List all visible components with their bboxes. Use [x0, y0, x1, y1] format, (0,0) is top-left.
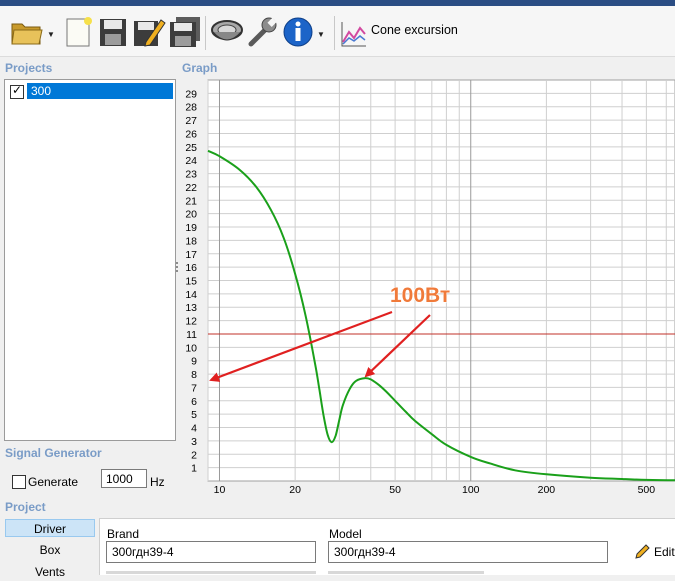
- y-tick-label: 14: [185, 289, 197, 301]
- y-tick-label: 11: [186, 329, 197, 341]
- brand-label: Brand: [107, 527, 140, 541]
- x-axis-ticks: 10 20 50 100 200 500: [214, 484, 656, 496]
- y-tick-label: 23: [185, 169, 197, 181]
- x-tick-label: 100: [462, 484, 480, 496]
- y-tick-label: 18: [185, 235, 197, 247]
- y-tick-label: 19: [185, 222, 197, 234]
- signal-generator-section-label: Signal Generator: [5, 446, 102, 460]
- y-tick-label: 2: [191, 449, 197, 461]
- y-tick-label: 29: [185, 88, 197, 100]
- model-field[interactable]: [328, 541, 608, 563]
- y-tick-label: 13: [185, 302, 197, 314]
- x-tick-label: 200: [538, 484, 556, 496]
- y-tick-label: 9: [191, 356, 197, 368]
- generate-label[interactable]: Generate: [28, 475, 78, 489]
- tab-vents[interactable]: Vents: [5, 563, 95, 581]
- x-tick-label: 50: [389, 484, 401, 496]
- annotation-label: 100Вт: [390, 284, 450, 307]
- y-axis-ticks: 1234567891011121314151617181920212223242…: [185, 88, 197, 474]
- y-tick-label: 15: [185, 276, 197, 288]
- y-tick-label: 17: [185, 249, 197, 261]
- y-tick-label: 10: [185, 342, 197, 354]
- y-tick-label: 24: [185, 155, 197, 167]
- y-tick-label: 3: [191, 436, 197, 448]
- y-tick-label: 1: [191, 463, 197, 475]
- y-tick-label: 27: [185, 115, 197, 127]
- generate-checkbox[interactable]: [12, 475, 26, 489]
- y-tick-label: 21: [185, 195, 197, 207]
- frequency-input[interactable]: [101, 469, 147, 488]
- splitter-grip[interactable]: [176, 262, 178, 272]
- pencil-icon: [635, 544, 650, 559]
- project-section-label: Project: [5, 500, 46, 514]
- x-tick-label: 10: [214, 484, 226, 496]
- y-tick-label: 4: [191, 423, 197, 435]
- x-tick-label: 20: [289, 484, 301, 496]
- x-tick-label: 500: [638, 484, 656, 496]
- brand-field[interactable]: [106, 541, 316, 563]
- y-tick-label: 5: [191, 409, 197, 421]
- y-tick-label: 26: [185, 128, 197, 140]
- model-label: Model: [329, 527, 362, 541]
- y-tick-label: 25: [185, 142, 197, 154]
- y-tick-label: 7: [191, 382, 197, 394]
- y-tick-label: 12: [185, 316, 197, 328]
- y-tick-label: 6: [191, 396, 197, 408]
- edit-label: Edit: [654, 545, 675, 559]
- y-tick-label: 28: [185, 102, 197, 114]
- y-tick-label: 16: [185, 262, 197, 274]
- tab-driver[interactable]: Driver: [5, 519, 95, 537]
- y-tick-label: 8: [191, 369, 197, 381]
- frequency-unit-label: Hz: [150, 475, 165, 489]
- y-tick-label: 20: [185, 209, 197, 221]
- y-tick-label: 22: [185, 182, 197, 194]
- tab-box[interactable]: Box: [5, 541, 95, 559]
